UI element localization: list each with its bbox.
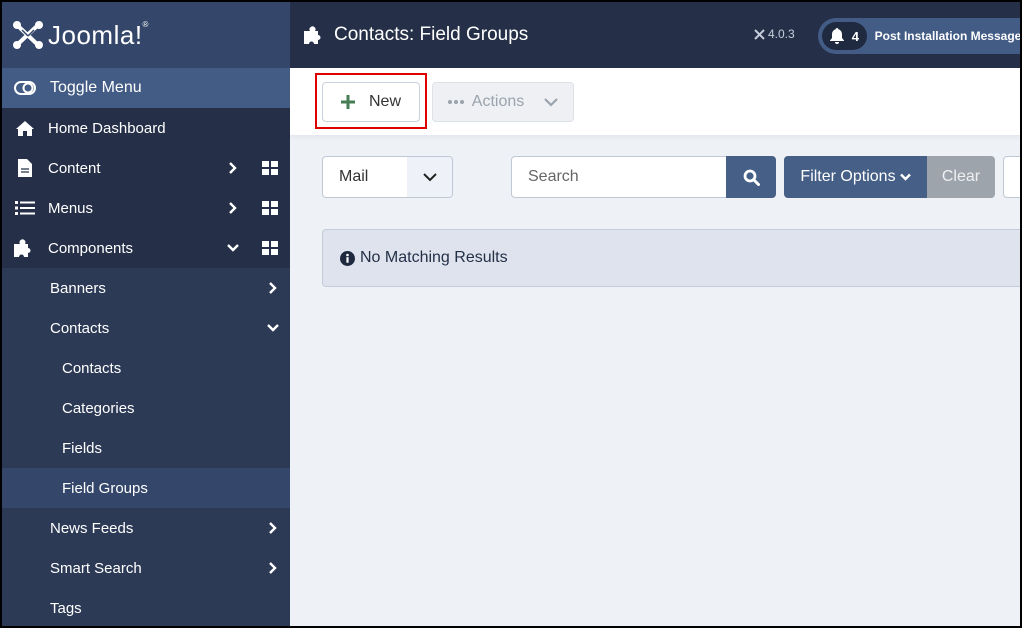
ellipsis-icon [447,100,464,104]
sidebar-item-contacts-list[interactable]: Contacts [2,348,290,388]
chevron-down-icon[interactable] [266,321,280,335]
chevron-down-icon [899,173,911,181]
chevron-right-icon[interactable] [266,521,280,535]
post-installation-label: Post Installation Messages [874,29,1020,43]
sidebar-item-label: Fields [62,439,103,457]
toolbar: New Actions [290,68,1020,136]
info-icon [340,250,355,266]
chevron-down-icon [407,157,452,197]
sidebar-item-label: Smart Search [50,559,142,577]
home-icon [14,119,36,137]
sidebar-item-categories[interactable]: Categories [2,388,290,428]
sidebar-item-fields[interactable]: Fields [2,428,290,468]
sidebar-item-label: Menus [48,199,94,217]
sidebar-item-label: Tags [50,599,82,617]
dashboard-grid-icon[interactable] [262,161,278,175]
plus-icon [340,95,355,109]
sidebar-item-banners[interactable]: Banners [2,268,290,308]
no-results-alert: No Matching Results [322,229,1020,287]
sidebar-item-label: Content [48,159,101,177]
dashboard-grid-icon[interactable] [262,201,278,215]
list-icon [14,199,36,217]
bell-icon [829,28,844,44]
brand[interactable]: Joomla!® [2,2,290,68]
sidebar-item-components[interactable]: Components [2,228,290,268]
notification-count: 4 [851,28,859,44]
sidebar-item-smart-search[interactable]: Smart Search [2,548,290,588]
list-limit-select[interactable] [1003,156,1020,198]
new-button[interactable]: New [322,82,420,122]
search-button[interactable] [726,156,776,198]
version-info: 4.0.3 [754,27,795,41]
version-number: 4.0.3 [768,27,795,41]
file-icon [14,159,36,177]
sidebar: Joomla!® Toggle Menu Home Dashboard Cont… [2,2,290,626]
toggle-menu-label: Toggle Menu [50,79,142,96]
toggle-menu-button[interactable]: Toggle Menu [2,68,290,108]
search-input[interactable] [511,156,727,198]
sidebar-item-news-feeds[interactable]: News Feeds [2,508,290,548]
chevron-down-icon [544,98,559,107]
sidebar-item-label: Categories [62,399,135,417]
context-select-value: Mail [339,168,369,185]
clear-button[interactable]: Clear [927,156,995,198]
sidebar-item-content[interactable]: Content [2,148,290,188]
sidebar-item-label: Contacts [50,319,110,337]
app-window: Joomla!® Toggle Menu Home Dashboard Cont… [2,2,1020,626]
actions-dropdown[interactable]: Actions [432,82,574,122]
sidebar-item-menus[interactable]: Menus [2,188,290,228]
new-button-label: New [368,93,401,110]
chevron-right-icon[interactable] [266,561,280,575]
joomla-logo-icon [13,21,43,49]
registered-mark: ® [142,19,149,29]
toggle-icon [14,81,36,95]
dashboard-grid-icon[interactable] [262,241,278,255]
puzzle-icon [14,239,36,257]
sidebar-item-label: Contacts [62,359,122,377]
chevron-right-icon[interactable] [266,281,280,295]
chevron-right-icon[interactable] [226,161,240,175]
actions-label: Actions [471,93,525,110]
page-header: Contacts: Field Groups 4.0.3 4 Post Inst… [290,2,1020,68]
sidebar-item-contacts[interactable]: Contacts [2,308,290,348]
sidebar-item-label: Field Groups [62,479,148,497]
sidebar-item-home-dashboard[interactable]: Home Dashboard [2,108,290,148]
search-icon [743,169,760,186]
sidebar-item-label: News Feeds [50,519,134,537]
post-installation-messages-button[interactable]: 4 Post Installation Messages [818,18,1020,54]
notification-badge: 4 [822,22,867,50]
brand-name: Joomla!® [48,19,149,50]
puzzle-icon [304,26,321,44]
sidebar-item-label: Components [48,239,134,257]
context-select[interactable]: Mail [322,156,453,198]
sidebar-item-field-groups[interactable]: Field Groups [2,468,290,508]
page-title: Contacts: Field Groups [334,24,529,45]
sidebar-item-label: Banners [50,279,106,297]
chevron-down-icon[interactable] [226,241,240,255]
filter-options-label: Filter Options [800,168,896,185]
filter-options-button[interactable]: Filter Options [784,156,927,198]
sidebar-item-label: Home Dashboard [48,119,166,137]
sidebar-item-tags[interactable]: Tags [2,588,290,626]
components-submenu: Banners Contacts Contacts Categories Fie… [2,268,290,626]
chevron-right-icon[interactable] [226,201,240,215]
joomla-small-icon [754,28,765,40]
alert-message: No Matching Results [360,249,508,266]
